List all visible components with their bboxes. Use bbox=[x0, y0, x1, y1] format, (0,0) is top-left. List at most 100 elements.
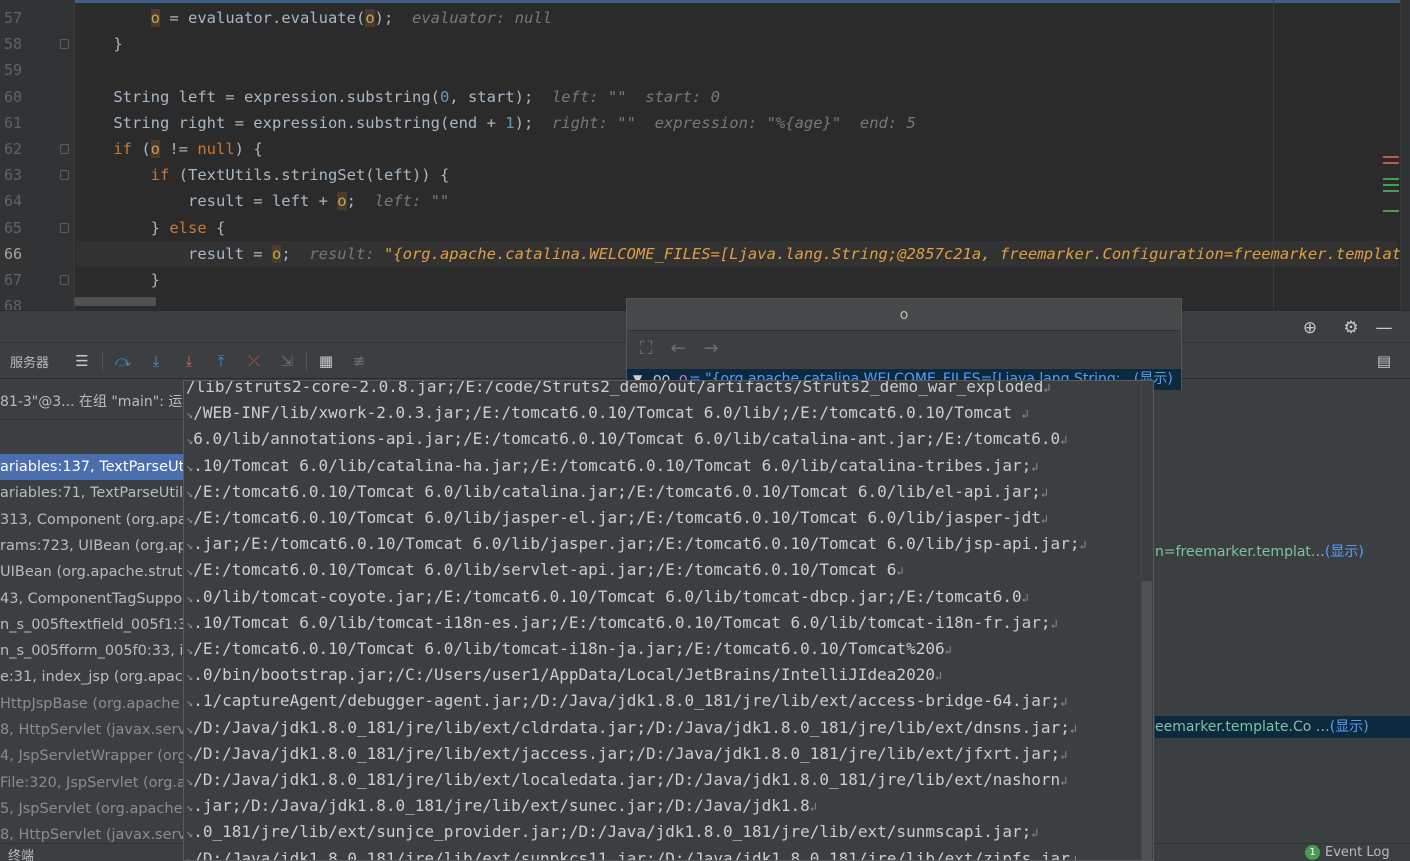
tooltip-line: ↘/D:/Java/jdk1.8.0_181/jre/lib/ext/local… bbox=[186, 767, 1067, 793]
editor-horizontal-scrollbar[interactable] bbox=[74, 297, 156, 306]
stack-frame[interactable]: rams:723, UIBean (org.ap bbox=[0, 533, 186, 559]
line-number-text: 63 bbox=[3, 166, 22, 185]
inspect-popup[interactable]: o ⛶ ← → ▼ oo o = "{org.apache.catalina.W… bbox=[626, 298, 1182, 390]
code-line[interactable]: o = evaluator.evaluate(o); evaluator: nu… bbox=[76, 5, 1398, 31]
drop-frame-icon[interactable]: ⤫ bbox=[244, 351, 264, 371]
step-out-icon[interactable]: ⤒ bbox=[211, 351, 231, 371]
line-number-text: 61 bbox=[3, 113, 22, 132]
services-tab[interactable]: 服务器 bbox=[10, 352, 49, 371]
tooltip-line: ↘.0/bin/bootstrap.jar;/C:/Users/user1/Ap… bbox=[186, 662, 942, 688]
run-to-cursor-icon[interactable]: ⇲ bbox=[277, 351, 297, 371]
tooltip-line-text: /E:/tomcat6.0.10/Tomcat 6.0/lib/tomcat-i… bbox=[193, 639, 945, 658]
tooltip-line: ↘.1/captureAgent/debugger-agent.jar;/D:/… bbox=[186, 688, 1067, 714]
variables-pane[interactable]: n=freemarker.templat…(显示) eemarker.templ… bbox=[1155, 410, 1410, 861]
stack-frame[interactable]: n_s_005fform_005f0:33, in bbox=[0, 638, 186, 664]
tooltip-line-text: /D:/Java/jdk1.8.0_181/jre/lib/ext/cldrda… bbox=[193, 717, 1070, 737]
minimize-icon[interactable]: — bbox=[1373, 317, 1395, 339]
tooltip-scrollbar-thumb[interactable] bbox=[1142, 581, 1152, 860]
show-link[interactable]: (显示) bbox=[1330, 719, 1369, 735]
editor-top-accent bbox=[0, 0, 1410, 3]
wrap-end-icon: ↲ bbox=[1079, 538, 1087, 553]
variable-row[interactable]: n=freemarker.templat…(显示) bbox=[1155, 541, 1410, 563]
wrap-end-icon: ↲ bbox=[1069, 852, 1078, 861]
menu-lines-icon[interactable]: ☰ bbox=[72, 351, 92, 371]
fold-marker-icon[interactable] bbox=[60, 222, 69, 233]
evaluate-expression-icon[interactable]: ▦ bbox=[316, 351, 336, 371]
stack-frame[interactable]: HttpJspBase (org.apache bbox=[0, 691, 186, 717]
layout-icon[interactable]: ▤ bbox=[1374, 351, 1394, 371]
fold-marker-icon[interactable] bbox=[60, 144, 69, 154]
tooltip-line: ↘.10/Tomcat 6.0/lib/tomcat-i18n-es.jar;/… bbox=[186, 610, 1058, 636]
stack-frame[interactable]: 8, HttpServlet (javax.servl bbox=[0, 717, 186, 743]
toolbar-separator bbox=[102, 351, 103, 371]
frames-list[interactable]: ariables:137, TextParseUti ariables:71, T… bbox=[0, 420, 186, 861]
stack-frame[interactable]: File:320, JspServlet (org.a bbox=[0, 770, 186, 796]
tooltip-line: ↘/D:/Java/jdk1.8.0_181/jre/lib/ext/jacce… bbox=[186, 741, 1067, 767]
popup-pin-icon[interactable]: ⛶ bbox=[635, 338, 657, 360]
show-link[interactable]: (显示) bbox=[1325, 544, 1364, 560]
stack-frame[interactable]: ariables:71, TextParseUtil bbox=[0, 480, 186, 506]
stack-frame[interactable]: e:31, index_jsp (org.apach bbox=[0, 664, 186, 690]
tooltip-line: ↘/WEB-INF/lib/xwork-2.0.3.jar;/E:/tomcat… bbox=[186, 400, 1029, 426]
stack-frame[interactable]: 5, JspServlet (org.apache. bbox=[0, 796, 186, 822]
error-stripe-mark[interactable] bbox=[1383, 190, 1399, 192]
error-stripe-mark[interactable] bbox=[1383, 162, 1399, 164]
forward-arrow-icon[interactable]: → bbox=[700, 338, 722, 360]
line-number-text: 60 bbox=[3, 87, 22, 106]
tooltip-line-text: .jar;/E:/tomcat6.0.10/Tomcat 6.0/lib/jas… bbox=[193, 534, 1080, 554]
back-arrow-icon[interactable]: ← bbox=[667, 338, 689, 360]
stack-frame[interactable]: 4, JspServletWrapper (org bbox=[0, 743, 186, 769]
wrap-end-icon: ↲ bbox=[1060, 747, 1068, 762]
popup-title[interactable]: o bbox=[627, 299, 1181, 331]
step-over-icon[interactable]: ⤼ bbox=[113, 351, 133, 371]
code-editor[interactable]: 57 58 59 60 61 62 63 64 65 66 67 68 o = evaluator.e… bbox=[0, 0, 1410, 310]
error-stripe-mark[interactable] bbox=[1383, 156, 1399, 158]
code-line[interactable]: } bbox=[76, 267, 1398, 293]
error-stripe-mark[interactable] bbox=[1383, 210, 1399, 212]
error-stripe[interactable] bbox=[1383, 0, 1410, 310]
code-line[interactable] bbox=[76, 57, 1398, 83]
fold-marker-icon[interactable] bbox=[60, 275, 69, 285]
fold-marker-icon[interactable] bbox=[60, 39, 69, 50]
wrap-end-icon: ↲ bbox=[1040, 485, 1049, 500]
code-line[interactable]: if (o != null) { bbox=[76, 136, 1398, 162]
terminal-tab[interactable]: 终端 bbox=[8, 845, 34, 861]
wrap-end-icon: ↲ bbox=[1050, 616, 1058, 631]
code-line[interactable]: } else { bbox=[76, 215, 1398, 241]
thread-selector[interactable]: 81-3"@3... 在组 "main": 运 bbox=[0, 379, 186, 420]
force-step-into-icon[interactable]: ⤓ bbox=[179, 351, 199, 371]
gear-icon[interactable]: ⚙ bbox=[1340, 317, 1362, 339]
stack-frame[interactable]: ariables:137, TextParseUti bbox=[0, 454, 186, 481]
variable-value: n=freemarker.templat… bbox=[1155, 544, 1325, 560]
tooltip-line-text: .0/bin/bootstrap.jar;/C:/Users/user1/App… bbox=[193, 665, 935, 685]
variable-row[interactable]: eemarker.template.Co …(显示) bbox=[1155, 716, 1410, 738]
variable-value: eemarker.template.Co … bbox=[1155, 719, 1330, 735]
stack-frame[interactable]: n_s_005ftextfield_005f1:33 bbox=[0, 612, 186, 638]
code-line[interactable]: String left = expression.substring(0, st… bbox=[76, 84, 1398, 110]
error-stripe-mark[interactable] bbox=[1383, 178, 1399, 180]
stack-frame[interactable]: UIBean (org.apache.struts2 bbox=[0, 559, 186, 585]
wrap-end-icon: ↲ bbox=[1069, 721, 1078, 736]
error-stripe-mark[interactable] bbox=[1383, 184, 1399, 186]
event-log-button[interactable]: 1 Event Log bbox=[1305, 845, 1390, 860]
tooltip-line: ↘.jar;/E:/tomcat6.0.10/Tomcat 6.0/lib/ja… bbox=[186, 531, 1087, 557]
value-tooltip[interactable]: /lib/struts2-core-2.0.8.jar;/E:/code/Str… bbox=[183, 380, 1154, 861]
code-line[interactable]: result = left + o; left: "" bbox=[76, 188, 1398, 214]
tooltip-line: ↘6.0/lib/annotations-api.jar;/E:/tomcat6… bbox=[186, 426, 1067, 452]
step-into-icon[interactable]: ⤓ bbox=[146, 351, 166, 371]
tooltip-line: ↘.jar;/D:/Java/jdk1.8.0_181/jre/lib/ext/… bbox=[186, 793, 817, 819]
trace-icon[interactable]: ≢ bbox=[349, 351, 369, 371]
stack-frame[interactable]: 43, ComponentTagSuppo bbox=[0, 586, 186, 612]
stack-frame[interactable]: 313, Component (org.apa bbox=[0, 507, 186, 533]
code-line[interactable]: if (TextUtils.stringSet(left)) { bbox=[76, 162, 1398, 188]
tooltip-line: ↘.10/Tomcat 6.0/lib/catalina-ha.jar;/E:/… bbox=[186, 453, 1039, 479]
tooltip-line-text: /E:/tomcat6.0.10/Tomcat 6.0/lib/jasper-e… bbox=[193, 508, 1041, 527]
code-line[interactable]: String right = expression.substring(end … bbox=[76, 110, 1398, 136]
tooltip-line: ↘/E:/tomcat6.0.10/Tomcat 6.0/lib/jasper-… bbox=[186, 505, 1048, 531]
fold-marker-icon[interactable] bbox=[60, 170, 69, 181]
code-line[interactable]: result = o; result: "{org.apache.catalin… bbox=[76, 240, 1410, 267]
crosshair-icon[interactable]: ⊕ bbox=[1299, 317, 1321, 339]
event-log-label: Event Log bbox=[1325, 845, 1390, 860]
code-line[interactable]: } bbox=[76, 31, 1398, 57]
wrap-end-icon: ↲ bbox=[1031, 459, 1039, 474]
